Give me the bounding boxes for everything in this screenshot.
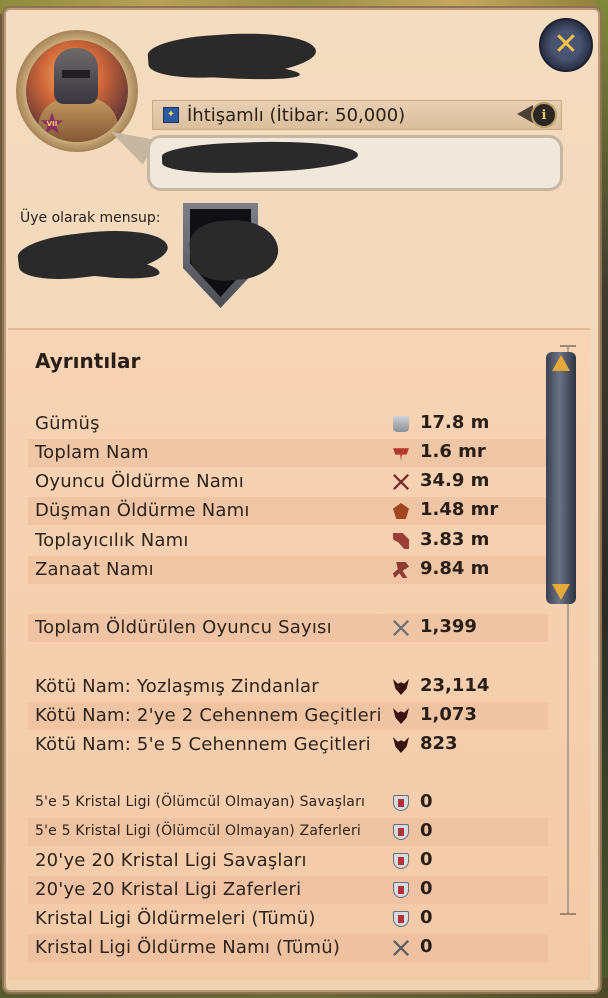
stat-row-crystal-20v20-wins: 20'ye 20 Kristal Ligi Zaferleri 0 [28,876,548,904]
stat-label: Kötü Nam: Yozlaşmış Zindanlar [35,676,319,697]
crystal-league-icon [393,911,409,927]
player-title-bar: ✦ İhtişamlı (İtibar: 50,000) i [152,100,562,130]
stat-label: 5'e 5 Kristal Ligi (Ölümcül Olmayan) Zaf… [35,823,362,839]
infamy-icon [393,737,409,753]
pve-fame-icon [393,503,409,519]
stat-value: 0 [420,820,433,841]
crafting-fame-icon [393,562,409,578]
stat-value: 23,114 [420,675,490,696]
stat-label: Kötü Nam: 5'e 5 Cehennem Geçitleri [35,734,371,755]
fame-icon [393,448,409,461]
stat-row-crystal-5v5-battles: 5'e 5 Kristal Ligi (Ölümcül Olmayan) Sav… [0,789,560,817]
stat-value: 17.8 m [420,412,490,433]
infamy-icon [393,708,409,724]
stat-label: Zanaat Namı [35,559,154,580]
stat-value: 0 [420,878,433,899]
silver-icon [393,416,409,432]
stat-value: 0 [420,936,433,957]
crystal-league-icon [393,795,409,811]
gathering-fame-icon [393,533,409,549]
stat-row-kill-fame: Oyuncu Öldürme Namı 34.9 m [0,468,560,496]
stat-value: 0 [420,907,433,928]
stat-row-infamy-corrupted: Kötü Nam: Yozlaşmış Zindanlar 23,114 [0,673,560,701]
stat-label: Kristal Ligi Öldürme Namı (Tümü) [35,937,341,958]
crystal-league-icon [393,853,409,869]
stat-label: 20'ye 20 Kristal Ligi Savaşları [35,850,307,871]
crystal-league-icon [393,882,409,898]
stat-row-crystal-kill-fame: Kristal Ligi Öldürme Namı (Tümü) 0 [28,934,548,962]
crossed-swords-icon [393,620,409,636]
stat-row-total-fame: Toplam Nam 1.6 mr [28,439,548,467]
stat-value: 9.84 m [420,558,490,579]
scroll-up-arrow-icon[interactable] [552,355,570,371]
scrollbar-cap-top [560,345,576,347]
stat-value: 1.6 mr [420,441,486,462]
stat-value: 0 [420,849,433,870]
avatar-visor [62,70,90,78]
stat-row-silver: Gümüş 17.8 m [0,410,560,438]
close-icon: ✕ [553,27,579,62]
stat-row-crafting-fame: Zanaat Namı 9.84 m [28,556,548,584]
infamy-icon [393,679,409,695]
kill-fame-icon [393,474,409,490]
stat-value: 3.83 m [420,529,490,550]
crystal-kill-fame-icon [393,940,409,956]
stat-row-gathering-fame: Toplayıcılık Namı 3.83 m [0,527,560,555]
stat-label: Toplam Nam [35,442,149,463]
stat-label: Düşman Öldürme Namı [35,500,250,521]
scrollbar-cap-bottom [560,913,576,915]
player-title: İhtişamlı (İtibar: 50,000) [187,104,406,126]
stat-label: 5'e 5 Kristal Ligi (Ölümcül Olmayan) Sav… [35,794,366,810]
stat-label: Toplayıcılık Namı [35,530,189,551]
scroll-down-arrow-icon[interactable] [552,584,570,600]
close-button[interactable]: ✕ [539,18,593,72]
stat-label: Kötü Nam: 2'ye 2 Cehennem Geçitleri [35,705,382,726]
title-rank-icon: ✦ [163,107,179,123]
stat-row-infamy-hellgate-2v2: Kötü Nam: 2'ye 2 Cehennem Geçitleri 1,07… [28,702,548,730]
stat-label: 20'ye 20 Kristal Ligi Zaferleri [35,879,302,900]
stat-value: 1,399 [420,616,477,637]
details-scrollbar-thumb[interactable] [546,352,576,604]
stat-row-total-kills: Toplam Öldürülen Oyuncu Sayısı 1,399 [28,614,548,642]
stat-value: 0 [420,791,433,812]
stat-label: Toplam Öldürülen Oyuncu Sayısı [35,617,332,638]
stat-row-infamy-hellgate-5v5: Kötü Nam: 5'e 5 Cehennem Geçitleri 823 [0,731,560,759]
stat-label: Oyuncu Öldürme Namı [35,471,244,492]
stat-value: 1,073 [420,704,477,725]
stat-value: 823 [420,733,458,754]
stat-row-crystal-20v20-battles: 20'ye 20 Kristal Ligi Savaşları 0 [0,847,560,875]
crystal-league-icon [393,824,409,840]
title-info-button[interactable]: i [515,99,561,129]
details-heading: Ayrıntılar [35,349,141,373]
info-icon: i [531,102,557,128]
guild-membership-label: Üye olarak mensup: [20,210,161,226]
stat-label: Gümüş [35,413,100,434]
stat-row-crystal-kills: Kristal Ligi Öldürmeleri (Tümü) 0 [0,905,560,933]
stat-value: 34.9 m [420,470,490,491]
stat-value: 1.48 mr [420,499,499,520]
stat-label: Kristal Ligi Öldürmeleri (Tümü) [35,908,316,929]
stat-row-pve-fame: Düşman Öldürme Namı 1.48 mr [28,497,548,525]
stat-row-crystal-5v5-wins: 5'e 5 Kristal Ligi (Ölümcül Olmayan) Zaf… [28,818,548,846]
